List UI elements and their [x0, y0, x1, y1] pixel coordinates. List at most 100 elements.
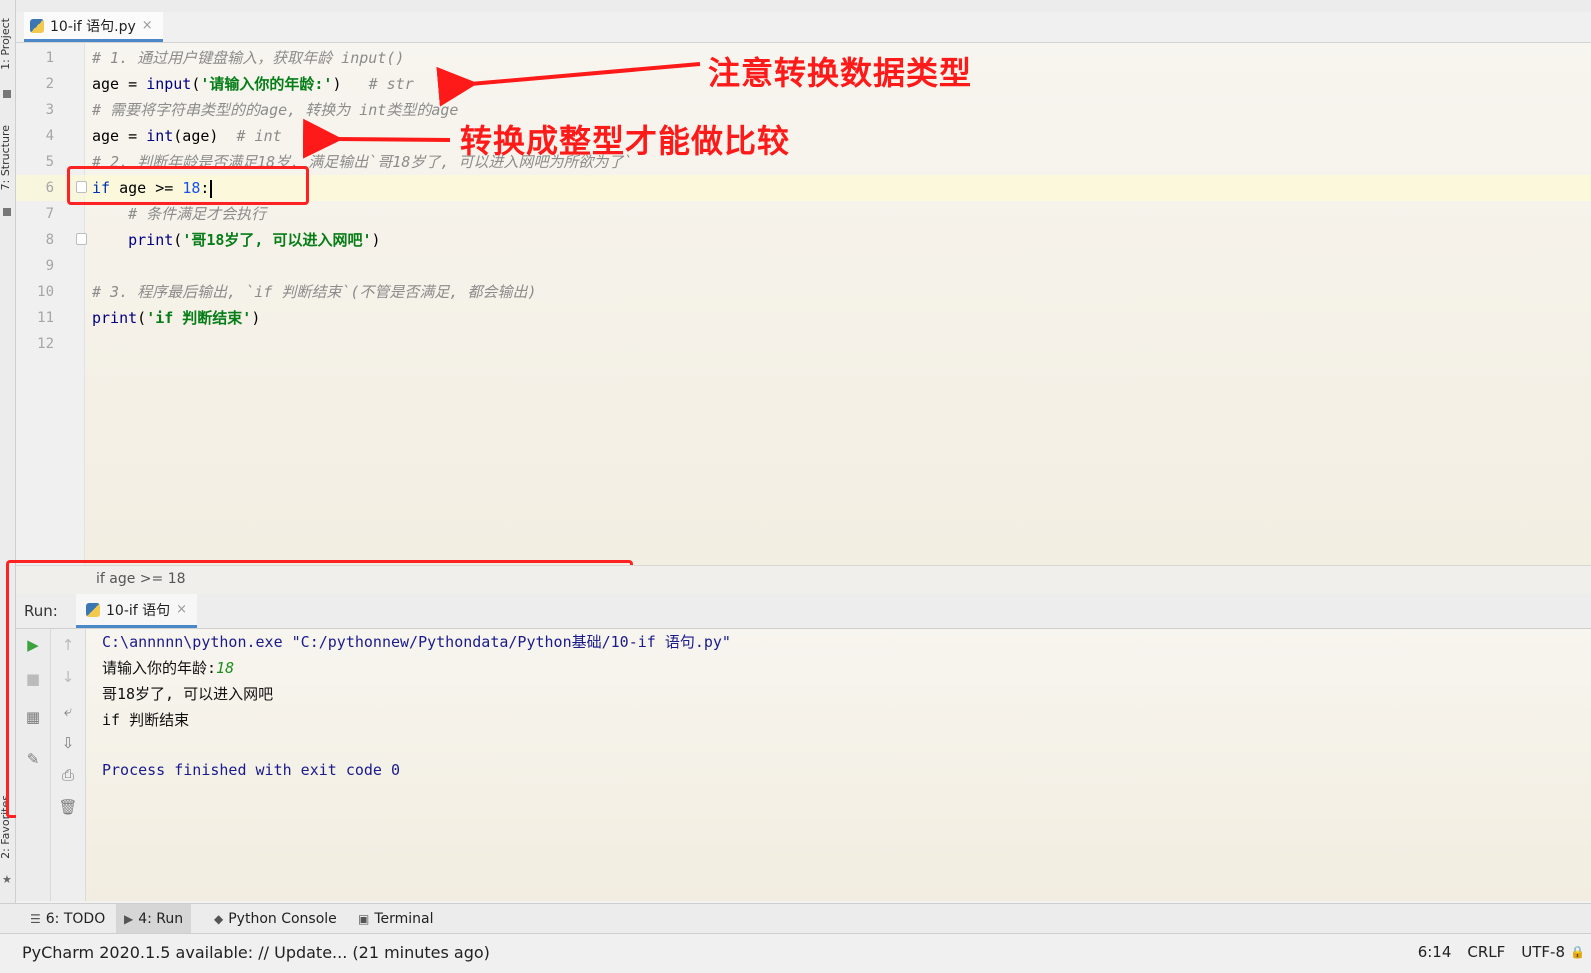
python-console-icon: ◆ [214, 912, 224, 926]
run-config-tab[interactable]: 10-if 语句 × [76, 594, 198, 628]
console-command-line: C:\annnnn\python.exe "C:/pythonnew/Pytho… [102, 633, 731, 651]
python-run-icon [86, 602, 100, 617]
stop-icon[interactable]: ■ [21, 667, 45, 691]
line-number: 2 [45, 76, 54, 92]
scroll-to-end-icon[interactable]: ⇩ [56, 731, 80, 755]
editor-file-tab-label: 10-if 语句.py [50, 18, 136, 35]
layout-icon[interactable]: ▦ [21, 705, 45, 729]
code-line[interactable]: 8 print('哥18岁了, 可以进入网吧') [16, 227, 1591, 253]
structure-tool-tab[interactable]: 7: Structure [0, 125, 14, 190]
code-token: # 条件满足才会执行 [128, 205, 267, 223]
run-tab[interactable]: ▶ 4: Run [116, 904, 192, 934]
code-token: age = [92, 75, 147, 93]
code-token: ) [251, 309, 261, 327]
code-text: # 1. 通过用户键盘输入，获取年龄 input() [92, 45, 404, 71]
print-icon[interactable]: ⎙ [56, 763, 80, 787]
line-number: 6 [45, 180, 54, 196]
code-editor[interactable]: 1 # 1. 通过用户键盘输入，获取年龄 input() 2 age = input(… [16, 43, 1591, 565]
line-number: 11 [37, 310, 54, 326]
code-token: (age) [173, 127, 237, 145]
code-line[interactable]: 12 [16, 331, 1591, 357]
console-prompt-line: 请输入你的年龄:18 [102, 657, 234, 678]
soft-wrap-icon[interactable]: ⤶ [56, 699, 80, 723]
line-number: 1 [45, 50, 54, 66]
structure-icon [3, 208, 11, 216]
code-token: # 需要将字符串类型的的age, 转换为 int类型的age [92, 101, 459, 119]
project-tool-tab[interactable]: 1: Project [0, 18, 14, 70]
close-run-tab-icon[interactable]: × [176, 602, 187, 617]
line-number: 8 [45, 232, 54, 248]
caret-position[interactable]: 6:14 [1418, 943, 1452, 961]
console-output-1: 哥18岁了, 可以进入网吧 [102, 685, 274, 703]
run-label: Run: [24, 602, 58, 620]
code-token: # 3. 程序最后输出, `if 判断结束`(不管是否满足, 都会输出) [92, 283, 537, 301]
status-bar: PyCharm 2020.1.5 available: // Update...… [0, 933, 1591, 973]
console-output-2: if 判断结束 [102, 711, 190, 729]
code-token: 'if 判断结束' [146, 309, 252, 327]
file-encoding[interactable]: UTF-8 [1521, 943, 1565, 961]
close-tab-icon[interactable]: × [142, 18, 153, 33]
highlight-if-line-box [67, 166, 309, 205]
code-token: ( [137, 309, 147, 327]
run-tab-label: 4: Run [138, 911, 184, 927]
down-arrow-icon[interactable]: ↓ [56, 665, 80, 689]
code-token: '请输入你的年龄:' [200, 75, 333, 93]
editor-file-tab[interactable]: 10-if 语句.py × [24, 12, 163, 42]
run-config-tab-label: 10-if 语句 [106, 602, 171, 619]
terminal-tab[interactable]: ▣ Terminal [350, 904, 442, 934]
left-tool-strip: 1: Project 7: Structure 2: Favorites ★ [0, 0, 16, 972]
code-line[interactable]: 10 # 3. 程序最后输出, `if 判断结束`(不管是否满足, 都会输出) [16, 279, 1591, 305]
pin-icon[interactable]: ✎ [21, 747, 45, 771]
code-token: '哥18岁了, 可以进入网吧' [182, 231, 372, 249]
python-file-icon [30, 18, 44, 33]
lock-icon[interactable]: 🔒 [1570, 945, 1585, 959]
line-separator[interactable]: CRLF [1467, 943, 1505, 961]
breadcrumb-item[interactable]: if age >= 18 [96, 571, 186, 587]
run-console-panel: ▶ ■ ▦ ✎ ↑ ↓ ⤶ ⇩ ⎙ 🗑 C:\annnnn\python.exe… [16, 629, 1591, 901]
breadcrumb: if age >= 18 [16, 565, 1591, 594]
run-toolbar-primary: ▶ ■ ▦ ✎ [16, 629, 51, 901]
code-text: # 3. 程序最后输出, `if 判断结束`(不管是否满足, 都会输出) [92, 279, 537, 305]
rerun-icon[interactable]: ▶ [21, 633, 45, 657]
todo-tab-label: 6: TODO [45, 911, 106, 927]
code-text: # 需要将字符串类型的的age, 转换为 int类型的age [92, 97, 458, 123]
todo-tab[interactable]: ☰ 6: TODO [22, 904, 113, 934]
update-notification[interactable]: PyCharm 2020.1.5 available: // Update...… [22, 943, 490, 962]
annotation-convert-type: 注意转换数据类型 [708, 54, 973, 92]
up-arrow-icon[interactable]: ↑ [56, 633, 80, 657]
editor-tab-bar: 10-if 语句.py × [16, 12, 1591, 43]
run-tool-window-header: Run: 10-if 语句 × [16, 594, 1591, 629]
bottom-tool-tabs: ☰ 6: TODO ▶ 4: Run ◆ Python Console ▣ Te… [0, 903, 1591, 934]
code-token: print [128, 231, 174, 249]
window-top-edge [16, 0, 1591, 12]
code-line[interactable]: 9 [16, 253, 1591, 279]
trash-icon[interactable]: 🗑 [56, 795, 80, 819]
line-number: 4 [45, 128, 54, 144]
line-number: 9 [45, 258, 54, 274]
star-icon: ★ [2, 873, 12, 886]
code-token: int [146, 127, 174, 145]
code-token: ) [332, 75, 369, 93]
run-toolbar-secondary: ↑ ↓ ⤶ ⇩ ⎙ 🗑 [51, 629, 86, 901]
console-finished-line: Process finished with exit code 0 [102, 761, 401, 779]
status-right-group: 6:14 CRLF UTF-8 [1418, 943, 1565, 961]
folder-icon [3, 90, 11, 98]
code-line[interactable]: 3 # 需要将字符串类型的的age, 转换为 int类型的age [16, 97, 1591, 123]
run-icon: ▶ [124, 912, 134, 926]
code-text: age = input('请输入你的年龄:') # str [92, 71, 414, 97]
line-number: 12 [37, 336, 54, 352]
python-console-tab[interactable]: ◆ Python Console [206, 904, 345, 934]
code-text: print('if 判断结束') [92, 305, 260, 331]
line-number: 5 [45, 154, 54, 170]
code-token: ) [371, 231, 381, 249]
terminal-icon: ▣ [358, 912, 370, 926]
code-token: ( [173, 231, 183, 249]
annotation-int-compare: 转换成整型才能做比较 [460, 122, 791, 160]
code-line[interactable]: 4 age = int(age) # int [16, 123, 1591, 149]
code-token: input [146, 75, 192, 93]
code-line[interactable]: 11 print('if 判断结束') [16, 305, 1591, 331]
fold-end-icon[interactable] [76, 233, 87, 245]
line-number: 10 [37, 284, 54, 300]
python-console-tab-label: Python Console [228, 911, 337, 927]
